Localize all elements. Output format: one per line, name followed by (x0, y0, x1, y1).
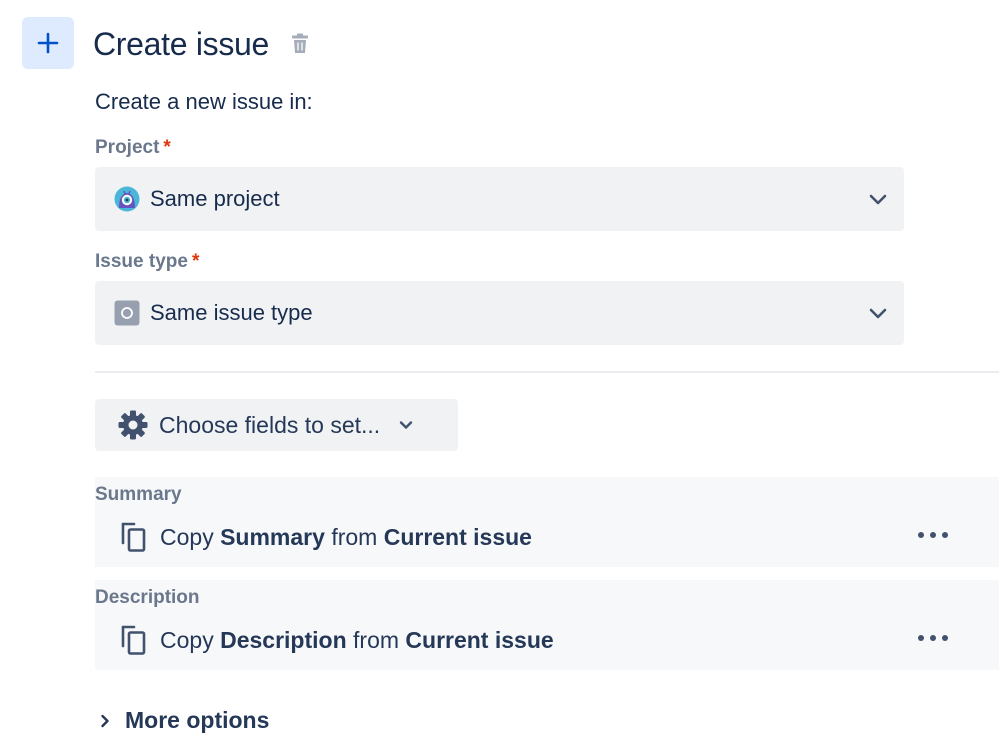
project-avatar-icon (114, 186, 140, 212)
plus-icon (37, 32, 59, 54)
chevron-right-icon (101, 714, 109, 727)
add-action-button[interactable] (22, 17, 74, 69)
issue-type-label: Issue type * (95, 250, 199, 274)
description-field-label: Description (95, 587, 200, 608)
description-source: Current issue (405, 626, 554, 653)
issue-type-select[interactable]: Same issue type (95, 281, 904, 345)
chevron-down-icon (869, 308, 887, 319)
project-value: Same project (150, 186, 280, 211)
project-select[interactable]: Same project (95, 167, 904, 231)
choose-fields-button[interactable]: Choose fields to set... (95, 399, 458, 451)
required-marker: * (163, 137, 171, 158)
copy-word: Copy (160, 523, 214, 550)
gear-icon (118, 410, 148, 440)
project-label: Project * (95, 136, 171, 160)
description-copy-row[interactable]: Copy Description from Current issue (120, 624, 554, 656)
more-options-label: More options (125, 707, 270, 733)
copy-word: Copy (160, 626, 214, 653)
chevron-down-icon (869, 194, 887, 205)
create-in-text: Create a new issue in: (95, 89, 313, 114)
required-marker: * (191, 251, 200, 272)
issue-type-label-text: Issue type (95, 251, 188, 272)
description-field-block: Description Copy Description from Curren… (95, 580, 999, 670)
summary-field-label: Summary (95, 484, 182, 505)
trash-icon[interactable] (289, 32, 311, 54)
description-field-name: Description (220, 626, 347, 653)
summary-copy-row[interactable]: Copy Summary from Current issue (120, 521, 532, 553)
more-options-icon[interactable] (917, 630, 949, 646)
issue-type-icon (114, 300, 140, 326)
copy-icon (121, 625, 146, 655)
choose-fields-label: Choose fields to set... (159, 411, 381, 438)
issue-type-value: Same issue type (150, 300, 313, 325)
more-options-icon[interactable] (917, 527, 949, 543)
section-divider (95, 371, 999, 373)
summary-source: Current issue (383, 523, 532, 550)
copy-icon (121, 522, 146, 552)
more-options-toggle[interactable]: More options (97, 707, 269, 734)
project-label-text: Project (95, 137, 160, 158)
summary-field-block: Summary Copy Summary from Current issue (95, 477, 999, 567)
from-word: from (331, 523, 378, 550)
page-title: Create issue (93, 26, 270, 62)
chevron-down-icon (399, 421, 413, 429)
summary-field-name: Summary (220, 523, 325, 550)
from-word: from (353, 626, 400, 653)
